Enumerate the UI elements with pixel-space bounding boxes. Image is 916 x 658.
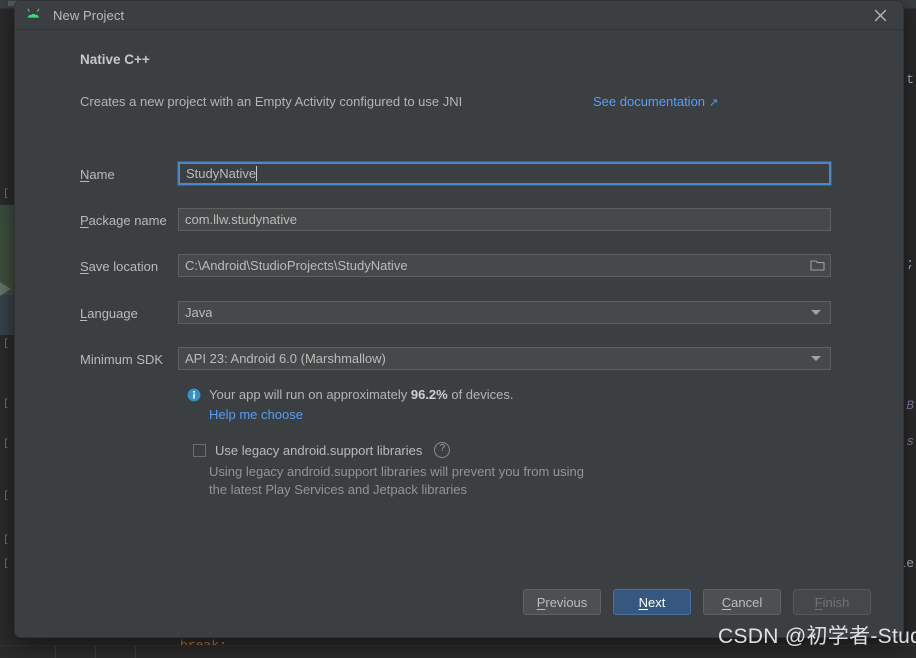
legacy-libraries-label: Use legacy android.support libraries [215, 443, 422, 458]
cancel-button-label-rest: ancel [731, 595, 762, 610]
name-label-rest: ame [89, 167, 114, 182]
name-input[interactable]: StudyNative [178, 162, 831, 185]
background-gutter-glyph: [ [3, 340, 11, 350]
minimum-sdk-dropdown-value: API 23: Android 6.0 (Marshmallow) [179, 351, 386, 366]
background-status-segment [95, 646, 136, 658]
name-label-mnemonic: N [80, 167, 89, 182]
screen: [ [ [ [ [ [ [ t ]; B s le break; [0, 0, 916, 658]
background-gutter-glyph: [ [3, 560, 11, 570]
legacy-libraries-description: Using legacy android.support libraries w… [209, 463, 629, 499]
finish-button: Finish [793, 589, 871, 615]
minimum-sdk-label: Minimum SDK [80, 352, 163, 367]
device-coverage-info: Your app will run on approximately 96.2%… [187, 387, 514, 407]
background-status-segment [55, 646, 96, 658]
dialog-button-bar: Previous Next Cancel Finish [15, 587, 903, 617]
see-documentation-label: See documentation [593, 94, 705, 109]
save-location-label: Save location [80, 259, 158, 274]
finish-button-mnemonic: F [815, 595, 823, 610]
legacy-description-line-1: Using legacy android.support libraries w… [209, 463, 629, 481]
language-label-rest: anguage [87, 306, 138, 321]
finish-button-label-rest: inish [823, 595, 850, 610]
background-gutter-glyph: [ [3, 440, 11, 450]
minimum-sdk-dropdown[interactable]: API 23: Android 6.0 (Marshmallow) [178, 347, 831, 370]
dialog-body: Native C++ Creates a new project with an… [15, 30, 903, 637]
save-location-input[interactable]: C:\Android\StudioProjects\StudyNative [178, 254, 831, 277]
name-label: Name [80, 167, 115, 182]
text-caret [256, 166, 257, 181]
background-gutter-glyph: [ [3, 190, 11, 200]
browse-folder-icon[interactable] [804, 255, 830, 276]
see-documentation-link[interactable]: See documentation ↗ [593, 94, 718, 109]
legacy-libraries-checkbox[interactable] [193, 444, 206, 457]
background-gutter-glyph: [ [3, 536, 11, 546]
background-collapse-arrow-icon [0, 282, 11, 296]
next-button-label-rest: ext [648, 595, 665, 610]
package-name-label-mnemonic: P [80, 213, 89, 228]
info-icon [187, 388, 201, 407]
background-side-panel [0, 295, 14, 335]
android-robot-icon [25, 6, 43, 24]
legacy-description-line-2: the latest Play Services and Jetpack lib… [209, 481, 629, 499]
help-me-choose-link[interactable]: Help me choose [209, 407, 303, 422]
package-name-input[interactable]: com.llw.studynative [178, 208, 831, 231]
package-name-label: Package name [80, 213, 167, 228]
previous-button[interactable]: Previous [523, 589, 601, 615]
save-location-label-mnemonic: S [80, 259, 89, 274]
previous-button-label-rest: revious [545, 595, 587, 610]
background-code-glyph: B [906, 398, 914, 413]
coverage-suffix: of devices. [448, 387, 514, 402]
name-input-value: StudyNative [180, 166, 256, 181]
external-link-icon: ↗ [709, 97, 718, 109]
page-description: Creates a new project with an Empty Acti… [80, 94, 462, 109]
dialog-titlebar: New Project [15, 1, 903, 30]
chevron-down-icon [811, 356, 821, 361]
cancel-button[interactable]: Cancel [703, 589, 781, 615]
save-location-label-rest: ave location [89, 259, 158, 274]
close-icon[interactable] [857, 1, 903, 29]
coverage-prefix: Your app will run on approximately [209, 387, 411, 402]
chevron-down-icon [811, 310, 821, 315]
background-gutter-glyph: [ [3, 492, 11, 502]
background-code-glyph: s [906, 434, 914, 449]
previous-button-mnemonic: P [537, 595, 546, 610]
background-status-bar [0, 645, 916, 658]
save-location-input-value: C:\Android\StudioProjects\StudyNative [179, 258, 408, 273]
help-icon[interactable]: ? [434, 442, 450, 458]
package-name-input-value: com.llw.studynative [179, 212, 297, 227]
next-button-mnemonic: N [639, 595, 648, 610]
next-button[interactable]: Next [613, 589, 691, 615]
package-name-label-rest: ackage name [89, 213, 167, 228]
background-gutter-glyph: [ [3, 400, 11, 410]
dialog-title: New Project [53, 8, 124, 23]
page-title: Native C++ [80, 52, 150, 67]
background-status-segment [0, 646, 56, 658]
coverage-percent: 96.2% [411, 387, 448, 402]
cancel-button-mnemonic: C [722, 595, 731, 610]
background-code-glyph: t [906, 72, 914, 87]
language-label: Language [80, 306, 138, 321]
device-coverage-text: Your app will run on approximately 96.2%… [209, 387, 514, 402]
new-project-dialog: New Project Native C++ Creates a new pro… [14, 0, 904, 638]
language-dropdown-value: Java [179, 305, 212, 320]
legacy-libraries-row: Use legacy android.support libraries ? [193, 442, 450, 458]
language-dropdown[interactable]: Java [178, 301, 831, 324]
